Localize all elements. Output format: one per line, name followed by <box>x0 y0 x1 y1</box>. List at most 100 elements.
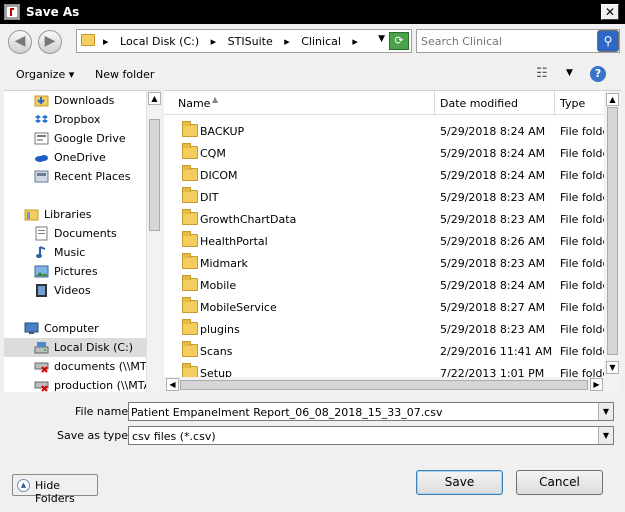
organize-menu[interactable]: Organize ▾ <box>16 68 74 81</box>
dropbox-icon <box>34 112 49 127</box>
scroll-down-icon[interactable]: ▼ <box>606 361 619 374</box>
breadcrumb-item[interactable]: STISuite <box>228 35 273 48</box>
file-name-combo: ▼ <box>128 402 614 421</box>
search-button[interactable]: ⚲ <box>597 30 619 52</box>
scroll-thumb[interactable] <box>149 119 160 231</box>
file-name-input[interactable] <box>131 405 591 419</box>
search-box: ⚲ <box>416 29 620 53</box>
drive-icon <box>34 340 49 355</box>
file-date: 5/29/2018 8:23 AM <box>440 191 546 204</box>
breadcrumb-separator[interactable]: ▸ <box>103 35 109 48</box>
file-list-vertical-scrollbar[interactable]: ▲ ▼ <box>604 91 621 377</box>
help-icon[interactable]: ? <box>590 66 606 82</box>
network-drive-disconnected-icon <box>34 359 49 374</box>
search-input[interactable] <box>421 33 597 49</box>
breadcrumb-separator[interactable]: ▸ <box>211 35 217 48</box>
file-row[interactable]: Scans 2/29/2016 11:41 AM File folder <box>164 340 614 362</box>
file-row[interactable]: Midmark 5/29/2018 8:23 AM File folder <box>164 252 614 274</box>
sidebar-item-label: Local Disk (C:) <box>54 341 134 354</box>
folder-icon <box>81 34 95 46</box>
column-header-date[interactable]: Date modified <box>440 97 518 110</box>
breadcrumb-separator[interactable]: ▸ <box>352 35 358 48</box>
network-drive-disconnected-icon <box>34 378 49 392</box>
save-button[interactable]: Save <box>416 470 503 495</box>
scroll-thumb[interactable] <box>180 380 588 390</box>
sidebar-item-dropbox[interactable]: Dropbox <box>4 110 146 129</box>
file-row[interactable]: CQM 5/29/2018 8:24 AM File folder <box>164 142 614 164</box>
search-icon: ⚲ <box>603 34 613 48</box>
cancel-button[interactable]: Cancel <box>516 470 603 495</box>
chevron-down-icon[interactable]: ▼ <box>598 427 613 444</box>
sidebar-item-google-drive[interactable]: Google Drive <box>4 129 146 148</box>
refresh-button[interactable]: ⟳ <box>389 32 409 50</box>
sidebar-item-music[interactable]: Music <box>4 243 146 262</box>
view-dropdown-icon[interactable]: ▼ <box>566 68 573 78</box>
pictures-icon <box>34 264 49 279</box>
change-view-icon[interactable]: ☷ <box>536 66 554 82</box>
scroll-up-icon[interactable]: ▲ <box>606 93 619 106</box>
file-row[interactable]: DIT 5/29/2018 8:23 AM File folder <box>164 186 614 208</box>
command-bar: Organize ▾ New folder ☷ ▼ ? <box>0 58 625 90</box>
sidebar-item-onedrive[interactable]: OneDrive <box>4 148 146 167</box>
scroll-up-icon[interactable]: ▲ <box>148 92 161 105</box>
file-row[interactable]: DICOM 5/29/2018 8:24 AM File folder <box>164 164 614 186</box>
scroll-thumb[interactable] <box>607 107 618 355</box>
address-dropdown-icon[interactable]: ▼ <box>378 34 385 44</box>
videos-icon <box>34 283 49 298</box>
folder-icon <box>182 121 198 137</box>
file-row[interactable]: GrowthChartData 5/29/2018 8:23 AM File fol… <box>164 208 614 230</box>
column-header-name[interactable]: Name <box>178 97 210 110</box>
sidebar-item-libraries[interactable]: Libraries <box>4 205 146 224</box>
file-row[interactable]: plugins 5/29/2018 8:23 AM File folder <box>164 318 614 340</box>
close-button[interactable]: ✕ <box>601 4 619 20</box>
file-row[interactable]: BACKUP 5/29/2018 8:24 AM File folder <box>164 120 614 142</box>
sort-ascending-icon: ▲ <box>212 95 219 104</box>
sidebar-item-label: Libraries <box>44 208 92 221</box>
column-divider[interactable] <box>434 91 435 115</box>
onedrive-icon <box>34 150 49 165</box>
column-divider[interactable] <box>554 91 555 115</box>
back-button[interactable]: ◀ <box>8 30 32 54</box>
sidebar-item-videos[interactable]: Videos <box>4 281 146 300</box>
computer-icon <box>24 321 39 336</box>
file-date: 5/29/2018 8:27 AM <box>440 301 546 314</box>
file-row[interactable]: Mobile 5/29/2018 8:24 AM File folder <box>164 274 614 296</box>
sidebar-item-documents[interactable]: Documents <box>4 224 146 243</box>
sidebar-item-label: Computer <box>44 322 99 335</box>
file-date: 5/29/2018 8:23 AM <box>440 257 546 270</box>
file-date: 5/29/2018 8:24 AM <box>440 279 546 292</box>
folder-icon <box>182 231 198 247</box>
breadcrumb-item[interactable]: Local Disk (C:) <box>120 35 199 48</box>
hide-folders-button[interactable]: ▲ Hide Folders <box>12 474 98 505</box>
file-list-horizontal-scrollbar[interactable]: ◀ ▶ <box>164 377 621 392</box>
folder-icon <box>182 341 198 357</box>
address-bar[interactable]: ▸ Local Disk (C:) ▸ STISuite ▸ Clinical … <box>76 29 412 53</box>
window-title: Save As <box>26 5 80 19</box>
file-name: Mobile <box>200 279 237 292</box>
sidebar-item-recent-places[interactable]: Recent Places <box>4 167 146 186</box>
file-row[interactable]: HealthPortal 5/29/2018 8:26 AM File folder <box>164 230 614 252</box>
collapse-icon: ▲ <box>17 479 30 492</box>
save-as-type-select[interactable]: csv files (*.csv) ▼ <box>128 426 614 445</box>
breadcrumb-separator[interactable]: ▸ <box>284 35 290 48</box>
breadcrumb-item[interactable]: Clinical <box>301 35 341 48</box>
forward-button[interactable]: ▶ <box>38 30 62 54</box>
scroll-right-icon[interactable]: ▶ <box>590 378 603 391</box>
sidebar-item-network-production[interactable]: production (\\MTAM <box>4 376 146 392</box>
app-icon <box>4 4 20 20</box>
file-row[interactable]: MobileService 5/29/2018 8:27 AM File folde… <box>164 296 614 318</box>
sidebar-item-pictures[interactable]: Pictures <box>4 262 146 281</box>
breadcrumb: ▸ Local Disk (C:) ▸ STISuite ▸ Clinical … <box>103 35 366 48</box>
scroll-left-icon[interactable]: ◀ <box>166 378 179 391</box>
sidebar-item-network-documents[interactable]: documents (\\MTAM <box>4 357 146 376</box>
navigation-scrollbar[interactable]: ▲ <box>146 91 161 392</box>
sidebar-item-downloads[interactable]: Downloads <box>4 91 146 110</box>
navigation-bar: ◀ ▶ ▸ Local Disk (C:) ▸ STISuite ▸ Clini… <box>0 24 625 58</box>
refresh-icon: ⟳ <box>394 34 404 47</box>
chevron-down-icon[interactable]: ▼ <box>598 403 613 420</box>
new-folder-button[interactable]: New folder <box>95 68 154 81</box>
file-date: 5/29/2018 8:23 AM <box>440 323 546 336</box>
sidebar-item-local-disk[interactable]: Local Disk (C:) <box>4 338 146 357</box>
sidebar-item-computer[interactable]: Computer <box>4 319 146 338</box>
column-header-type[interactable]: Type <box>560 97 585 110</box>
